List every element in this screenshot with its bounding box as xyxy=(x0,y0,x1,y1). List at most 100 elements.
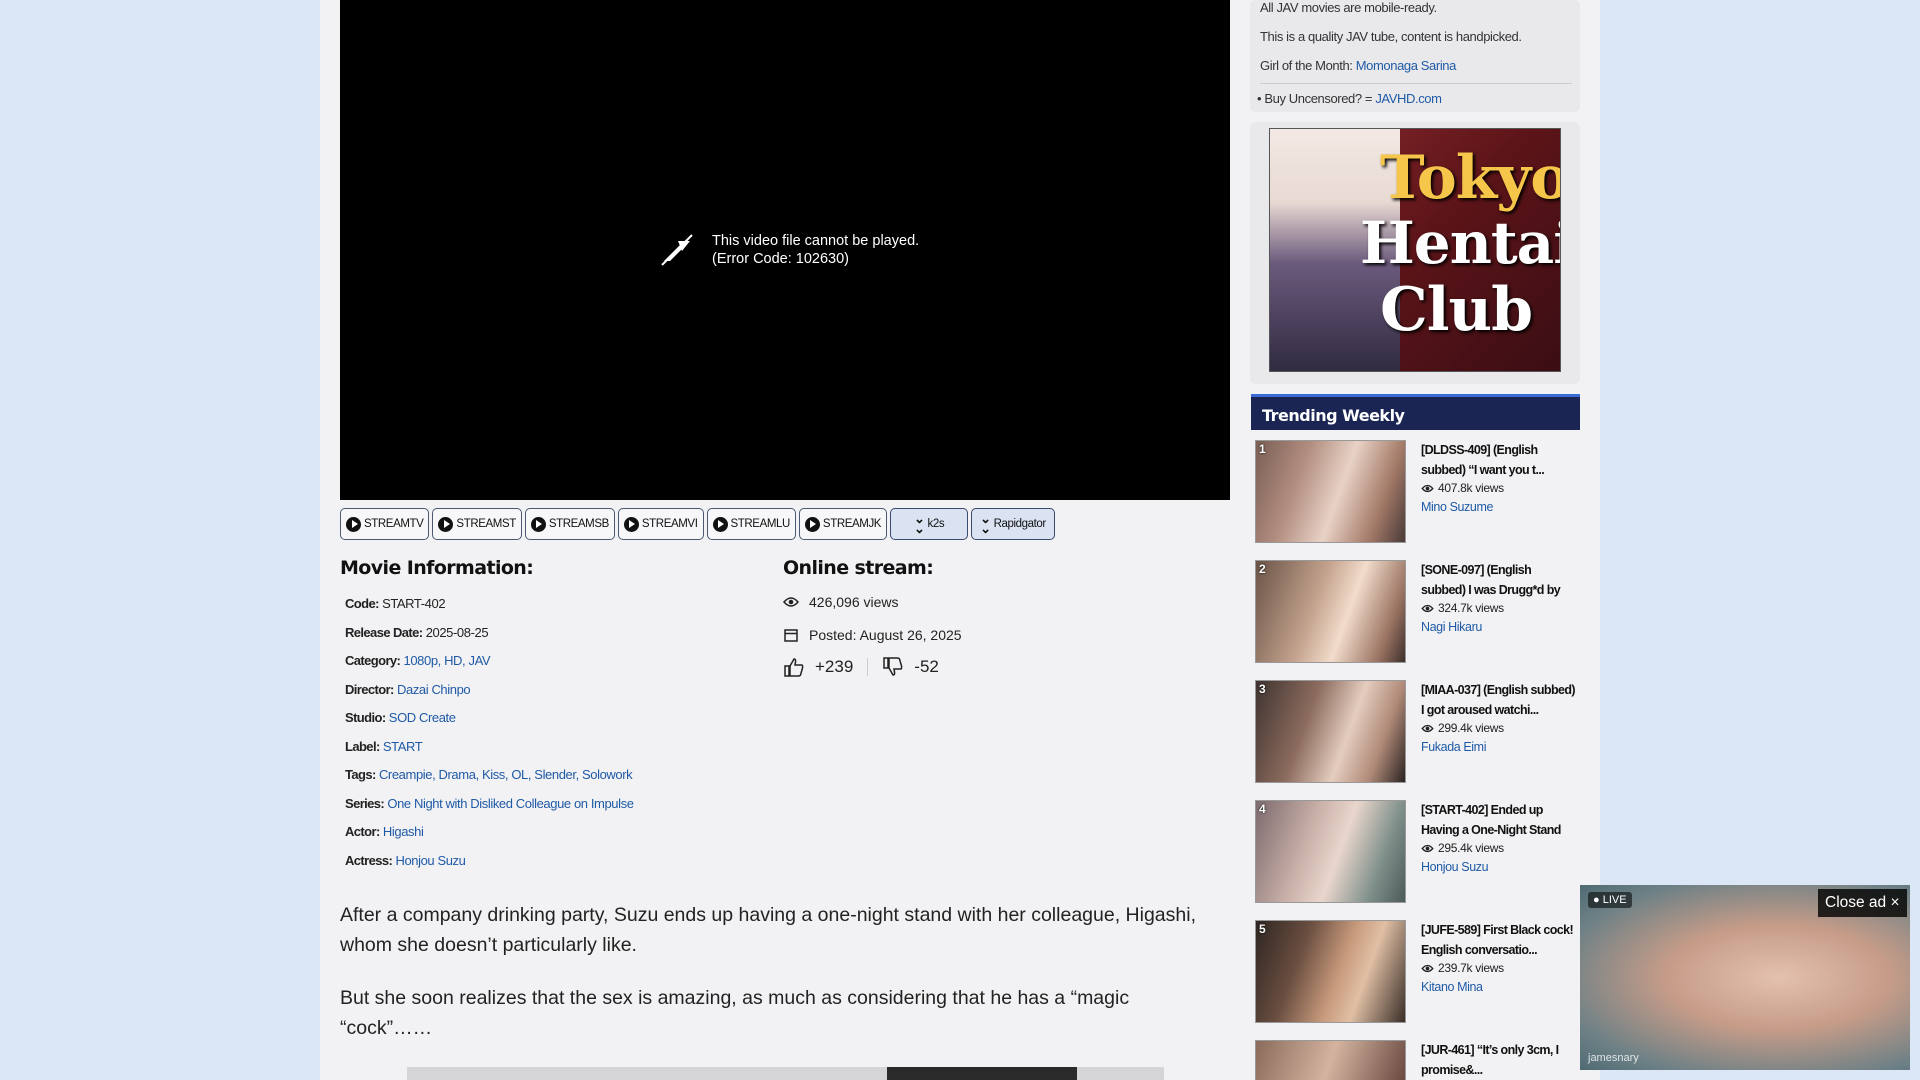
info-row-tags: Tags: Creampie, Drama, Kiss, OL, Slender… xyxy=(345,765,634,794)
trending-actress-link[interactable]: Honjou Suzu xyxy=(1421,860,1489,874)
mobile-ready-text: All JAV movies are mobile-ready. xyxy=(1260,0,1437,15)
thumbs-up-icon[interactable] xyxy=(783,657,805,677)
trending-item[interactable]: 2 [SONE-097] (English subbed) I was Drug… xyxy=(1255,560,1575,670)
error-message: This video file cannot be played. xyxy=(712,233,920,249)
category-links[interactable]: 1080p, HD, JAV xyxy=(404,653,491,668)
ad-title-line3: Club xyxy=(1380,275,1533,345)
trending-actress-link[interactable]: Fukada Eimi xyxy=(1421,740,1486,754)
director-link[interactable]: Dazai Chinpo xyxy=(397,682,471,697)
info-row-release-date: Release Date: 2025-08-25 xyxy=(345,623,634,652)
stream-button-vi[interactable]: STREAMVI xyxy=(617,508,704,540)
error-code: (Error Code: 102630) xyxy=(712,251,850,267)
dislikes-count: -52 xyxy=(914,657,939,676)
javhd-link[interactable]: JAVHD.com xyxy=(1375,91,1442,106)
trending-weekly-heading: Trending Weekly xyxy=(1251,394,1580,430)
series-link[interactable]: One Night with Disliked Colleague on Imp… xyxy=(387,796,634,811)
rank-badge: 2 xyxy=(1259,562,1266,576)
stream-label: STREAMST xyxy=(456,518,516,530)
info-row-code: Code: START-402 xyxy=(345,594,634,623)
info-row-director: Director: Dazai Chinpo xyxy=(345,680,634,709)
info-value: 2025-08-25 xyxy=(425,624,489,640)
likes-count: +239 xyxy=(815,657,854,676)
eye-icon xyxy=(1421,724,1434,732)
posted-text: Posted: August 26, 2025 xyxy=(809,627,962,643)
info-label: Label: xyxy=(345,738,380,754)
trending-views: 324.7k views xyxy=(1421,601,1504,615)
trending-item[interactable]: 3 [MIAA-037] (English subbed) I got arou… xyxy=(1255,680,1577,790)
tokyo-hentai-club-ad[interactable]: Tokyo Hentai Club xyxy=(1269,128,1561,372)
trending-thumbnail[interactable]: 3 xyxy=(1255,680,1406,783)
play-icon xyxy=(804,516,820,532)
view-count: 426,096 views xyxy=(783,594,899,610)
download-button-rapidgator[interactable]: ⌄ ⌄ Rapidgator xyxy=(971,508,1055,540)
rank-badge: 5 xyxy=(1259,922,1266,936)
posted-date: Posted: August 26, 2025 xyxy=(783,627,962,643)
thumbs-down-icon[interactable] xyxy=(882,657,904,677)
quality-text: This is a quality JAV tube, content is h… xyxy=(1260,29,1522,44)
stream-label: STREAMVI xyxy=(641,518,698,530)
label-link[interactable]: START xyxy=(383,739,423,754)
chevron-double-down-icon: ⌄ ⌄ xyxy=(913,511,925,536)
chevron-double-down-icon: ⌄ ⌄ xyxy=(980,511,991,536)
trending-thumbnail[interactable]: 4 xyxy=(1255,800,1406,903)
video-player[interactable]: This video file cannot be played. (Error… xyxy=(340,0,1230,500)
ad-title-line1: Tokyo xyxy=(1380,143,1561,213)
actress-link[interactable]: Honjou Suzu xyxy=(395,853,465,868)
cam-username: jamesnary xyxy=(1588,1052,1639,1064)
trending-title[interactable]: [MIAA-037] (English subbed) I got arouse… xyxy=(1421,680,1577,720)
video-off-icon xyxy=(661,234,693,266)
info-label: Studio: xyxy=(345,710,386,725)
player-error: This video file cannot be played. (Error… xyxy=(660,232,919,268)
info-label: Category: xyxy=(345,653,401,668)
trending-thumbnail[interactable]: 5 xyxy=(1255,920,1406,1023)
trending-actress-link[interactable]: Kitano Mina xyxy=(1421,980,1483,994)
trending-thumbnail[interactable]: 1 xyxy=(1255,440,1406,543)
trending-title[interactable]: [JUR-461] “It’s only 3cm, I promise&... xyxy=(1421,1040,1577,1080)
rank-badge: 4 xyxy=(1259,802,1266,816)
stream-label: STREAMJK xyxy=(822,518,882,530)
download-label: Rapidgator xyxy=(993,518,1047,530)
trending-thumbnail[interactable] xyxy=(1255,1040,1406,1080)
trending-item[interactable]: 5 [JUFE-589] First Black cock! English c… xyxy=(1255,920,1575,1030)
trending-thumbnail[interactable]: 2 xyxy=(1255,560,1406,663)
trending-item[interactable]: [JUR-461] “It’s only 3cm, I promise&... xyxy=(1255,1040,1575,1080)
calendar-icon xyxy=(784,629,798,642)
tag-links[interactable]: Creampie, Drama, Kiss, OL, Slender, Solo… xyxy=(379,767,633,782)
movie-info-heading: Movie Information: xyxy=(340,557,534,579)
girl-of-month-link[interactable]: Momonaga Sarina xyxy=(1356,58,1457,73)
trending-views: 407.8k views xyxy=(1421,481,1504,495)
rating-bar: +239 -52 xyxy=(783,657,939,677)
trending-title[interactable]: [SONE-097] (English subbed) I was Drugg*… xyxy=(1421,560,1577,600)
trending-views: 299.4k views xyxy=(1421,721,1504,735)
live-cam-ad[interactable]: ● LIVE Close ad × jamesnary xyxy=(1580,885,1910,1070)
live-badge: ● LIVE xyxy=(1588,892,1632,908)
trending-item[interactable]: 1 [DLDSS-409] (English subbed) “I want y… xyxy=(1255,440,1575,550)
info-label: Code: xyxy=(345,596,379,611)
rank-badge: 1 xyxy=(1259,442,1266,456)
trending-actress-link[interactable]: Nagi Hikaru xyxy=(1421,620,1482,634)
actor-link[interactable]: Higashi xyxy=(383,824,424,839)
studio-link[interactable]: SOD Create xyxy=(389,710,456,725)
online-stream-heading: Online stream: xyxy=(783,557,934,579)
eye-icon xyxy=(1421,484,1434,492)
info-row-actress: Actress: Honjou Suzu xyxy=(345,851,634,880)
stream-button-jk[interactable]: STREAMJK xyxy=(798,508,888,540)
trending-title[interactable]: [DLDSS-409] (English subbed) “I want you… xyxy=(1421,440,1577,480)
close-ad-button[interactable]: Close ad × xyxy=(1818,889,1907,917)
trending-title[interactable]: [START-402] Ended up Having a One-Night … xyxy=(1421,800,1577,840)
info-row-studio: Studio: SOD Create xyxy=(345,708,634,737)
stream-button-sb[interactable]: STREAMSB xyxy=(524,508,615,540)
stream-button-st[interactable]: STREAMST xyxy=(432,508,522,540)
trending-item[interactable]: 4 [START-402] Ended up Having a One-Nigh… xyxy=(1255,800,1575,910)
description-paragraph-2: But she soon realizes that the sex is am… xyxy=(340,987,1130,1039)
info-row-category: Category: 1080p, HD, JAV xyxy=(345,651,634,680)
download-button-k2s[interactable]: ⌄ ⌄ k2s xyxy=(890,508,969,540)
info-row-label: Label: START xyxy=(345,737,634,766)
screenshot-gallery-image[interactable] xyxy=(407,1067,1164,1080)
stream-button-lu[interactable]: STREAMLU xyxy=(706,508,796,540)
trending-title[interactable]: [JUFE-589] First Black cock! English con… xyxy=(1421,920,1577,960)
description-paragraph-1: After a company drinking party, Suzu end… xyxy=(340,904,1196,956)
movie-info-list: Code: START-402 Release Date: 2025-08-25… xyxy=(345,594,634,879)
trending-actress-link[interactable]: Mino Suzume xyxy=(1421,500,1493,514)
stream-button-tv[interactable]: STREAMTV xyxy=(340,508,430,540)
